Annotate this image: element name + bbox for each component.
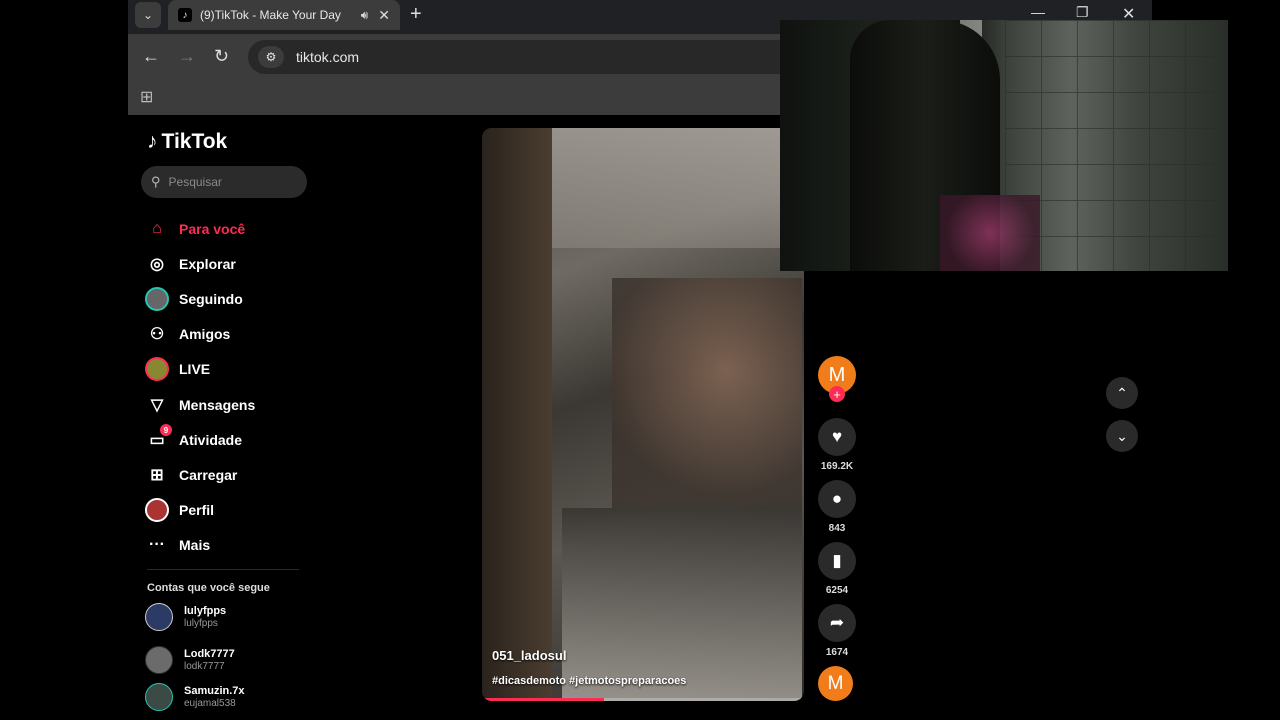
like-button[interactable]: ♥ 169.2K (818, 418, 856, 472)
sidebar-item-mais[interactable]: ··· Mais (145, 528, 305, 563)
sidebar-item-explorar[interactable]: ◎ Explorar (145, 246, 305, 281)
sidebar-item-seguindo[interactable]: Seguindo (145, 281, 305, 316)
following-account[interactable]: lulyfpps lulyfpps (145, 599, 305, 635)
sidebar-item-live[interactable]: LIVE (145, 352, 305, 387)
tiktok-note-icon: ♪ (147, 130, 158, 153)
tab-title: (9)TikTok - Make Your Day (200, 8, 341, 22)
sidebar-item-carregar[interactable]: ⊞ Carregar (145, 457, 305, 492)
live-avatar-icon (145, 357, 169, 382)
minimize-icon[interactable]: — (1031, 4, 1045, 20)
home-icon: ⌂ (152, 219, 162, 237)
following-header: Contas que você segue (147, 582, 270, 594)
avatar-icon (145, 286, 169, 311)
profile-avatar-icon (145, 498, 169, 523)
notification-badge: 9 (160, 424, 172, 437)
following-account[interactable]: Samuzin.7x eujamal538 (145, 679, 305, 715)
apps-grid-icon[interactable]: ⊞ (140, 87, 153, 107)
forward-icon[interactable]: → (178, 46, 196, 67)
search-input[interactable]: ⚲ Pesquisar (141, 166, 307, 198)
url-text: tiktok.com (296, 49, 360, 65)
bookmark-icon: ▮ (818, 542, 856, 580)
send-icon: ▽ (150, 396, 164, 414)
sidebar-item-mensagens[interactable]: ▽ Mensagens (145, 387, 305, 422)
back-icon[interactable]: ← (142, 46, 160, 67)
tiktok-favicon-icon: ♪ (178, 8, 192, 22)
avatar (145, 683, 173, 711)
previous-video-button[interactable]: ⌃ (1106, 377, 1138, 409)
share-count: 1674 (825, 647, 849, 658)
comment-button[interactable]: ● 843 (818, 480, 856, 534)
chevron-up-icon: ⌃ (1116, 384, 1128, 401)
save-count: 6254 (825, 585, 849, 596)
sidebar-menu: ⌂ Para você ◎ Explorar Seguindo ⚇ Amigos… (145, 211, 305, 563)
avatar (145, 603, 173, 631)
tiktok-logo[interactable]: ♪ TikTok (147, 130, 227, 154)
compass-icon: ◎ (150, 255, 164, 273)
upload-icon: ⊞ (150, 466, 164, 484)
share-button[interactable]: ➦ 1674 (818, 604, 856, 658)
video-progress-bar[interactable] (482, 698, 804, 701)
share-icon: ➦ (818, 604, 856, 642)
heart-icon: ♥ (818, 418, 856, 456)
friends-icon: ⚇ (149, 326, 165, 344)
sidebar-item-atividade[interactable]: ▭ 9 Atividade (145, 422, 305, 457)
video-player[interactable]: 051_ladosul #dicasdemoto #jetmotosprepar… (482, 128, 804, 701)
more-icon: ··· (149, 536, 165, 554)
reload-icon[interactable]: ↻ (214, 46, 229, 67)
save-button[interactable]: ▮ 6254 (818, 542, 856, 596)
speaker-icon[interactable]: 🔊︎ (361, 8, 369, 23)
video-progress-fill (482, 698, 605, 701)
sidebar-item-amigos[interactable]: ⚇ Amigos (145, 317, 305, 352)
comment-icon: ● (818, 480, 856, 518)
new-tab-button[interactable]: + (410, 3, 422, 26)
sidebar-item-para-voce[interactable]: ⌂ Para você (145, 211, 305, 246)
comment-count: 843 (828, 523, 846, 534)
webcam-overlay (780, 20, 1228, 271)
restore-icon[interactable]: ❐ (1076, 4, 1089, 21)
follow-plus-icon[interactable]: + (829, 386, 845, 402)
next-video-button[interactable]: ⌄ (1106, 420, 1138, 452)
chevron-down-icon: ⌄ (1116, 427, 1128, 444)
search-icon: ⚲ (151, 174, 161, 189)
browser-tab[interactable]: ♪ (9)TikTok - Make Your Day 🔊︎ ✕ (168, 0, 400, 30)
avatar (145, 646, 173, 674)
sound-avatar[interactable]: M (818, 666, 853, 701)
close-tab-icon[interactable]: ✕ (378, 7, 390, 24)
video-hashtags[interactable]: #dicasdemoto #jetmotospreparacoes (492, 675, 686, 687)
sidebar-item-perfil[interactable]: Perfil (145, 493, 305, 528)
site-info-icon[interactable]: ⚙︎ (258, 46, 284, 68)
sidebar-divider (147, 569, 299, 570)
like-count: 169.2K (820, 461, 854, 472)
tab-search-button[interactable]: ⌄ (135, 2, 161, 28)
video-author[interactable]: 051_ladosul (492, 648, 566, 663)
search-placeholder: Pesquisar (168, 175, 222, 189)
following-account[interactable]: Lodk7777 lodk7777 (145, 642, 305, 678)
